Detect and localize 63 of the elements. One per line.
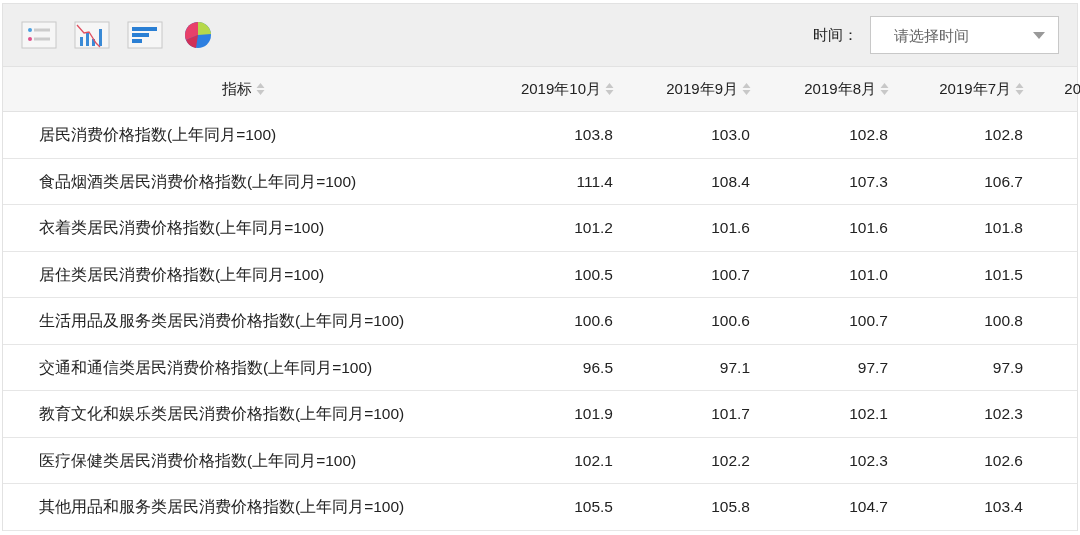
indicator-cell-text: 其他用品和服务类居民消费价格指数(上年同月=100) [38, 497, 406, 518]
column-header[interactable]: 2019年9月 [628, 67, 765, 111]
pie-chart-icon[interactable] [184, 21, 212, 49]
value-cell-text: 101.8 [983, 218, 1024, 239]
column-header[interactable]: 指标 [3, 67, 483, 111]
value-cell-text: 100.6 [573, 311, 614, 332]
indicator-cell-text: 居住类居民消费价格指数(上年同月=100) [38, 264, 326, 285]
value-cell-text: 100.6 [710, 311, 751, 332]
value-cell-text: 97.1 [718, 357, 751, 378]
value-cell-text: 102.8 [848, 125, 889, 146]
value-cell-text: 100.7 [710, 264, 751, 285]
value-cell-text: 101.0 [848, 264, 889, 285]
value-cell-text: 100.8 [983, 311, 1024, 332]
indicator-cell-text: 食品烟酒类居民消费价格指数(上年同月=100) [38, 171, 358, 192]
value-cell-text: 102.8 [983, 125, 1024, 146]
value-cell-text: 108.4 [710, 171, 751, 192]
value-cell-text: 100.7 [848, 311, 889, 332]
indicator-cell-text: 生活用品及服务类居民消费价格指数(上年同月=100) [38, 311, 406, 332]
time-select[interactable]: 请选择时间 [870, 16, 1059, 54]
dropdown-caret-icon [1033, 32, 1045, 39]
value-cell-text: 97.7 [856, 357, 889, 378]
list-view-icon[interactable] [21, 21, 57, 49]
column-header[interactable]: 20 [1038, 67, 1080, 111]
value-cell-text: 101.2 [573, 218, 614, 239]
sort-icon[interactable] [1015, 82, 1024, 96]
value-cell-text: 101.6 [848, 218, 889, 239]
value-cell-text: 96.5 [581, 357, 614, 378]
value-cell-text: 103.4 [983, 497, 1024, 518]
value-cell-text: 101.7 [710, 404, 751, 425]
value-cell-text: 102.6 [983, 450, 1024, 471]
value-cell-text: 103.8 [573, 125, 614, 146]
value-cell-text: 111.4 [575, 171, 614, 192]
value-cell-text: 102.1 [848, 404, 889, 425]
chart-view-icon[interactable] [74, 21, 110, 49]
value-cell-text: 102.2 [710, 450, 751, 471]
bar-chart-icon[interactable] [127, 21, 163, 49]
value-cell-text: 100.5 [573, 264, 614, 285]
column-header[interactable]: 2019年8月 [765, 67, 903, 111]
value-cell-text: 105.5 [573, 497, 614, 518]
column-header[interactable]: 2019年7月 [903, 67, 1038, 111]
indicator-cell-text: 医疗保健类居民消费价格指数(上年同月=100) [38, 450, 358, 471]
value-cell-text: 101.5 [983, 264, 1024, 285]
value-cell-text: 107.3 [848, 171, 889, 192]
column-header[interactable]: 2019年10月 [483, 67, 628, 111]
sort-icon[interactable] [880, 82, 889, 96]
value-cell-text: 102.3 [848, 450, 889, 471]
indicator-cell-text: 居民消费价格指数(上年同月=100) [38, 125, 278, 146]
sort-icon[interactable] [255, 82, 265, 96]
indicator-cell-text: 教育文化和娱乐类居民消费价格指数(上年同月=100) [38, 404, 406, 425]
time-label: 时间： [813, 24, 858, 45]
value-cell-text: 102.3 [983, 404, 1024, 425]
value-cell-text: 97.9 [991, 357, 1024, 378]
indicator-cell-text: 衣着类居民消费价格指数(上年同月=100) [38, 218, 326, 239]
value-cell-text: 102.1 [573, 450, 614, 471]
value-cell-text: 103.0 [710, 125, 751, 146]
value-cell-text: 104.7 [848, 497, 889, 518]
sort-icon[interactable] [605, 82, 614, 96]
sort-icon[interactable] [742, 82, 751, 96]
value-cell-text: 106.7 [983, 171, 1024, 192]
value-cell-text: 105.8 [710, 497, 751, 518]
value-cell-text: 101.9 [573, 404, 614, 425]
value-cell-text: 101.6 [710, 218, 751, 239]
indicator-cell-text: 交通和通信类居民消费价格指数(上年同月=100) [38, 357, 374, 378]
